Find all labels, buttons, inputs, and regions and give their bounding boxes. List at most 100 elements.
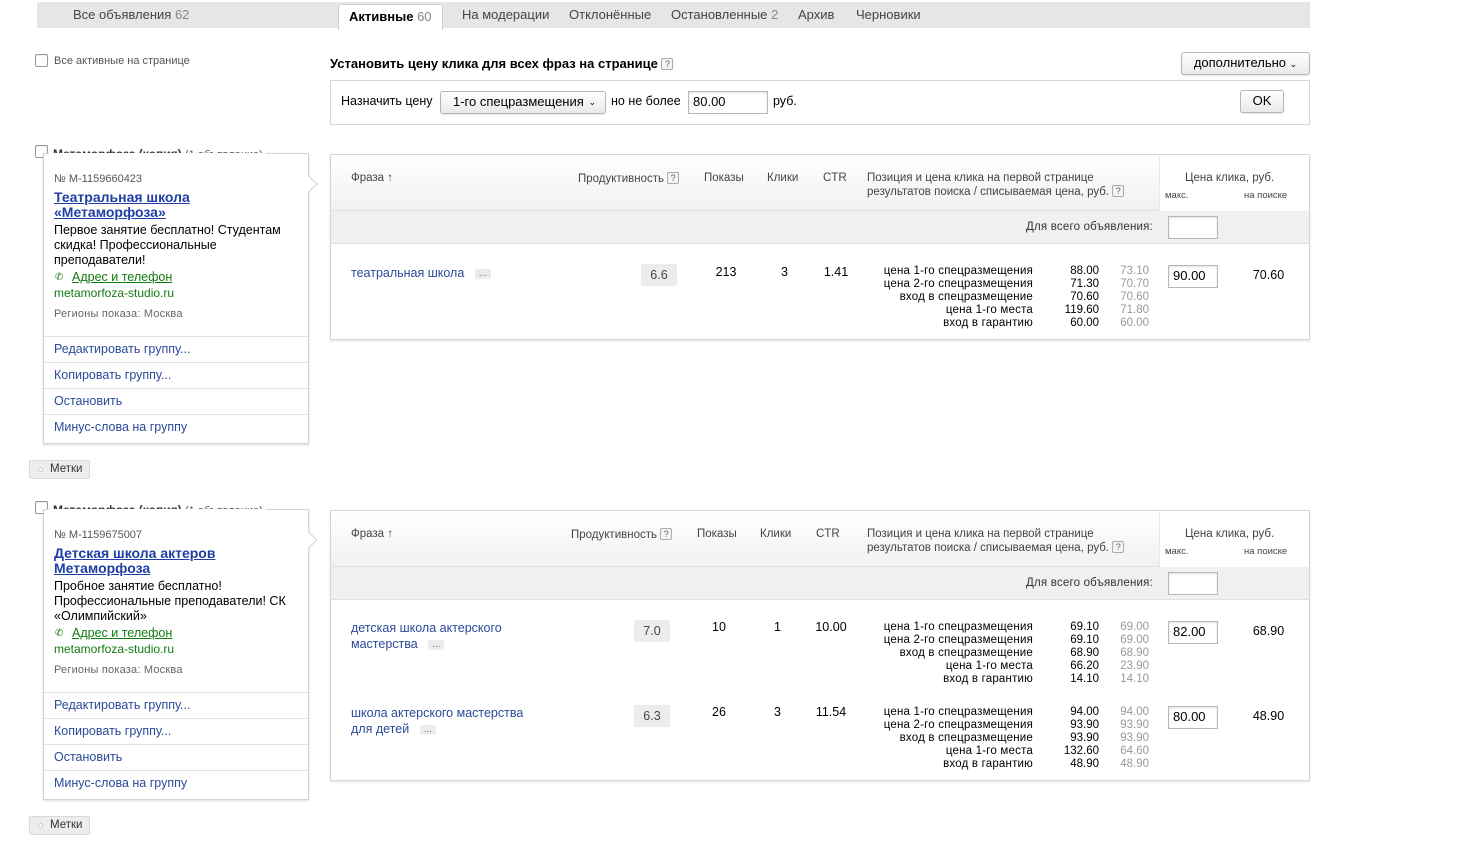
- whole-ad-price-input[interactable]: [1168, 216, 1218, 239]
- header-phrase-label: Фраза: [351, 172, 385, 184]
- card-border-left: [44, 153, 49, 154]
- ad-title-line-2[interactable]: «Метаморфоза»: [54, 205, 166, 220]
- select-all-checkbox[interactable]: [35, 54, 48, 67]
- ad-title-line-1[interactable]: Детская школа актеров: [54, 546, 215, 561]
- address-link[interactable]: Адрес и телефон: [72, 270, 172, 284]
- charged-price: 73.10: [1120, 265, 1149, 277]
- position-price[interactable]: 48.90: [1054, 758, 1099, 771]
- address-link[interactable]: Адрес и телефон: [72, 626, 172, 640]
- tab-active[interactable]: Активные 60: [338, 4, 443, 30]
- max-price-input[interactable]: 80.00: [688, 91, 768, 114]
- position-price[interactable]: 119.60: [1054, 304, 1099, 317]
- ad-title-line-2[interactable]: Метаморфоза: [54, 561, 150, 576]
- position-label: цена 1-го места: [945, 745, 1033, 757]
- help-icon[interactable]: ?: [660, 528, 673, 540]
- ctr-value: 11.54: [815, 705, 847, 719]
- phrase-link[interactable]: театральная школа ...: [351, 265, 492, 281]
- help-icon[interactable]: ?: [667, 172, 680, 184]
- chevron-down-icon: ⌄: [588, 97, 596, 107]
- productivity-badge: 7.0: [634, 620, 670, 642]
- header-productivity-label: Продуктивность: [578, 173, 664, 185]
- ad-domain: metamorfoza-studio.ru: [54, 286, 175, 300]
- position-price[interactable]: 93.90: [1054, 719, 1099, 732]
- help-icon[interactable]: ?: [1112, 541, 1125, 553]
- position-select[interactable]: 1-го спецразмещения ⌄: [440, 91, 606, 114]
- tab-rejected[interactable]: Отклонённые: [569, 7, 651, 22]
- more-icon[interactable]: ...: [428, 640, 445, 650]
- header-position-line-2-label: результатов поиска / списываемая цена, р…: [867, 186, 1109, 198]
- position-label: цена 2-го спецразмещения: [883, 719, 1033, 731]
- position-price[interactable]: 69.10: [1054, 621, 1099, 634]
- tab-label: Активные: [349, 9, 414, 24]
- copy-group-link[interactable]: Копировать группу...: [44, 362, 308, 388]
- position-price[interactable]: 94.00: [1054, 706, 1099, 719]
- phrase-link[interactable]: школа актерского мастерства: [351, 705, 523, 721]
- shows-value: 10: [712, 620, 726, 634]
- phrases-table: Фраза ↑ Продуктивность ? Показы Клики CT…: [330, 510, 1310, 781]
- charged-price: 70.70: [1120, 278, 1149, 290]
- position-price[interactable]: 69.10: [1054, 634, 1099, 647]
- edit-group-link[interactable]: Редактировать группу...: [44, 692, 308, 718]
- max-price-input[interactable]: 90.00: [1168, 265, 1218, 288]
- max-price-input[interactable]: 82.00: [1168, 621, 1218, 644]
- phrase-link-line-2[interactable]: мастерства ...: [351, 636, 445, 652]
- position-label: цена 2-го спецразмещения: [883, 634, 1033, 646]
- copy-group-link[interactable]: Копировать группу...: [44, 718, 308, 744]
- charged-price: 23.90: [1120, 660, 1149, 672]
- tags-button[interactable]: Метки: [29, 816, 91, 835]
- table-header: Фраза ↑ Продуктивность ? Показы Клики CT…: [331, 511, 1309, 567]
- more-icon[interactable]: ...: [419, 725, 436, 735]
- charged-price: 71.80: [1120, 304, 1149, 316]
- position-price[interactable]: 68.90: [1054, 647, 1099, 660]
- header-phrase[interactable]: Фраза ↑: [351, 528, 393, 540]
- card-border-left: [44, 509, 49, 510]
- phrase-link-line-2[interactable]: для детей ...: [351, 721, 436, 737]
- position-price[interactable]: 132.60: [1054, 745, 1099, 758]
- help-icon[interactable]: ?: [1112, 185, 1125, 197]
- tags-button[interactable]: Метки: [29, 460, 91, 479]
- assign-price-label: Назначить цену: [341, 94, 433, 108]
- minus-words-link[interactable]: Минус-слова на группу: [44, 414, 308, 440]
- position-label: вход в спецразмещение: [899, 291, 1033, 303]
- more-icon[interactable]: ...: [474, 269, 492, 279]
- tab-all-ads[interactable]: Все объявления 62: [73, 7, 189, 22]
- card-border-right: [266, 509, 309, 510]
- position-price[interactable]: 71.30: [1054, 278, 1099, 291]
- tab-drafts[interactable]: Черновики: [856, 7, 921, 22]
- ad-title-line-1[interactable]: Театральная школа: [54, 190, 190, 205]
- header-position-line-1: Позиция и цена клика на первой странице: [867, 172, 1094, 184]
- tab-archive[interactable]: Архив: [798, 7, 834, 22]
- charged-price: 93.90: [1120, 719, 1149, 731]
- tab-moderation[interactable]: На модерации: [462, 7, 549, 22]
- ad-regions: Регионы показа: Москва: [54, 308, 183, 320]
- ad-body-line-1: Первое занятие бесплатно! Студентам: [54, 223, 281, 237]
- position-price[interactable]: 70.60: [1054, 291, 1099, 304]
- additional-dropdown[interactable]: дополнительно ⌄: [1181, 52, 1310, 75]
- tag-icon: [38, 467, 43, 472]
- position-price[interactable]: 14.10: [1054, 673, 1099, 686]
- max-price-input[interactable]: 80.00: [1168, 706, 1218, 729]
- phrase-link[interactable]: детская школа актерского: [351, 620, 502, 636]
- minus-words-link[interactable]: Минус-слова на группу: [44, 770, 308, 796]
- whole-ad-price-input[interactable]: [1168, 572, 1218, 595]
- position-price[interactable]: 88.00: [1054, 265, 1099, 278]
- stop-group-link[interactable]: Остановить: [44, 744, 308, 770]
- position-price[interactable]: 66.20: [1054, 660, 1099, 673]
- edit-group-link[interactable]: Редактировать группу...: [44, 336, 308, 362]
- ok-button[interactable]: OK: [1240, 90, 1284, 113]
- shows-value: 213: [715, 265, 737, 279]
- position-label: цена 1-го спецразмещения: [883, 706, 1033, 718]
- header-position-line-2: результатов поиска / списываемая цена, р…: [867, 185, 1125, 198]
- charged-price: 60.00: [1120, 317, 1149, 329]
- phrase-text: мастерства: [351, 637, 418, 651]
- search-price-value: 68.90: [1252, 624, 1285, 638]
- ad-domain: metamorfoza-studio.ru: [54, 642, 175, 656]
- tags-label: Метки: [50, 819, 83, 831]
- stop-group-link[interactable]: Остановить: [44, 388, 308, 414]
- header-phrase[interactable]: Фраза ↑: [351, 172, 393, 184]
- price-setter-panel: Назначить цену 1-го спецразмещения ⌄ но …: [330, 80, 1310, 125]
- help-icon[interactable]: ?: [661, 58, 674, 70]
- position-price[interactable]: 60.00: [1054, 317, 1099, 330]
- position-price[interactable]: 93.90: [1054, 732, 1099, 745]
- tab-stopped[interactable]: Остановленные 2: [671, 7, 778, 22]
